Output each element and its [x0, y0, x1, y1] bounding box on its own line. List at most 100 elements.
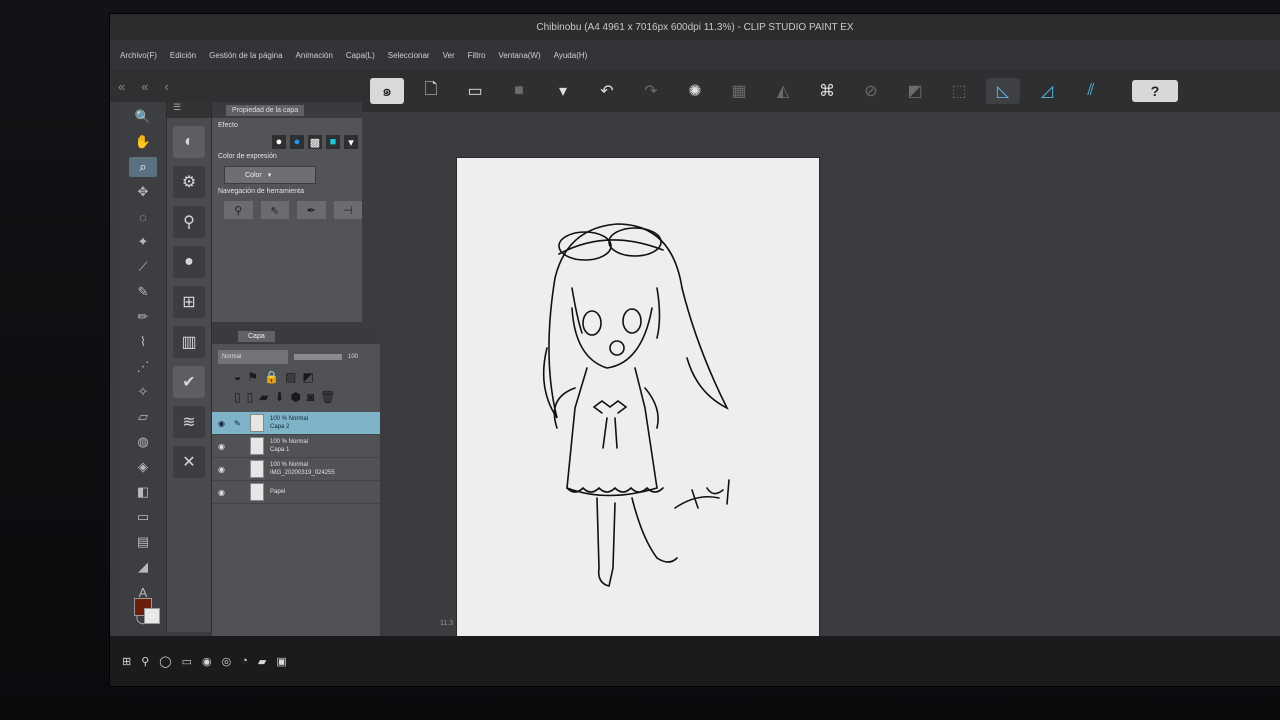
collapse-left-icon[interactable]: «: [118, 79, 125, 94]
close-panel-icon[interactable]: ✕: [173, 446, 205, 478]
fill-bucket-icon[interactable]: ◈: [129, 457, 157, 477]
eye-icon[interactable]: ◉: [218, 488, 228, 497]
app-icon[interactable]: ◎: [222, 655, 232, 668]
layer-row[interactable]: ◉ 100 % Normal IMG_20200319_024255: [212, 458, 380, 481]
layer-row[interactable]: ◉ 100 % Normal Capa 1: [212, 435, 380, 458]
open-folder-icon[interactable]: ▭: [458, 78, 492, 104]
eraser-icon[interactable]: ▱: [129, 407, 157, 427]
collapse-left-icon[interactable]: «: [141, 79, 148, 94]
eye-icon[interactable]: ◉: [218, 465, 228, 474]
tool-settings-icon[interactable]: ⚙: [173, 166, 205, 198]
brush-icon[interactable]: ⌇: [129, 332, 157, 352]
drawing-canvas[interactable]: [457, 158, 819, 648]
arrow-left-icon[interactable]: ‹: [164, 79, 168, 94]
menu-view[interactable]: Ver: [443, 51, 455, 60]
material-icon[interactable]: ●: [173, 246, 205, 278]
layer-color-icon[interactable]: ■: [326, 135, 340, 149]
menu-help[interactable]: Ayuda(H): [554, 51, 588, 60]
pen-tool-nav-icon[interactable]: ✒: [297, 201, 326, 219]
chrome-icon[interactable]: ◉: [202, 655, 212, 668]
gradient-icon[interactable]: ◧: [129, 482, 157, 502]
new-vector-layer-icon[interactable]: ▯: [247, 390, 254, 404]
blend-mode-select[interactable]: Normal: [218, 350, 288, 364]
hand-icon[interactable]: ✋: [129, 132, 157, 152]
redo-icon[interactable]: ↷: [634, 78, 668, 104]
airbrush-icon[interactable]: ⋰: [129, 357, 157, 377]
zoom-readout[interactable]: 11.3: [440, 620, 453, 627]
menu-animation[interactable]: Animación: [296, 51, 333, 60]
layer-row[interactable]: ◉ Papel: [212, 481, 380, 504]
show-selection-icon[interactable]: ⬚: [942, 78, 976, 104]
fill-icon[interactable]: ◭: [766, 78, 800, 104]
ruler-icon[interactable]: ◢: [129, 557, 157, 577]
lasso-icon[interactable]: ◌: [129, 207, 157, 227]
clear-icon[interactable]: ▦: [722, 78, 756, 104]
stack-icon[interactable]: ▥: [173, 326, 205, 358]
menu-file[interactable]: Archivo(F): [120, 51, 157, 60]
delete-layer-icon[interactable]: 🗑: [320, 390, 335, 404]
expression-color-select[interactable]: Color ▾: [224, 166, 316, 184]
ruler-tool-nav-icon[interactable]: ⊣: [333, 201, 362, 219]
pen-ruler-icon[interactable]: ◺: [986, 78, 1020, 104]
layer-search-icon[interactable]: ⚲: [173, 206, 205, 238]
lock-transparency-icon[interactable]: ▨: [285, 370, 296, 384]
menu-page-management[interactable]: Gestión de la página: [209, 51, 282, 60]
clip-studio-icon[interactable]: ๑: [370, 78, 404, 104]
reference-layer-icon[interactable]: ⚑: [247, 370, 258, 384]
auto-select-icon[interactable]: ✦: [129, 232, 157, 252]
explorer-icon[interactable]: ▭: [182, 655, 192, 668]
whatsapp-icon[interactable]: ◔: [241, 655, 248, 667]
zoom-icon[interactable]: 🔍: [129, 107, 157, 127]
opacity-value[interactable]: 100: [348, 354, 358, 360]
invert-selection-icon[interactable]: ◩: [898, 78, 932, 104]
menu-filter[interactable]: Filtro: [468, 51, 486, 60]
task-view-icon[interactable]: ◯: [159, 655, 171, 668]
new-file-icon[interactable]: 🗋: [414, 78, 448, 104]
save-icon[interactable]: ■: [502, 78, 536, 104]
new-raster-layer-icon[interactable]: ▯: [234, 390, 241, 404]
eyedropper-icon[interactable]: ⟋: [129, 257, 157, 277]
pencil-icon[interactable]: ✏: [129, 307, 157, 327]
border-effect-icon[interactable]: ●: [272, 135, 286, 149]
search-icon[interactable]: ⚲: [141, 655, 149, 668]
figure-icon[interactable]: ▭: [129, 507, 157, 527]
menu-select[interactable]: Seleccionar: [388, 51, 430, 60]
stabilizer-icon[interactable]: ◿: [1030, 78, 1064, 104]
blend-icon[interactable]: ◍: [129, 432, 157, 452]
undo-icon[interactable]: ↶: [590, 78, 624, 104]
menu-layer[interactable]: Capa(L): [346, 51, 375, 60]
frame-icon[interactable]: ▤: [129, 532, 157, 552]
clip-layer-icon[interactable]: ◒: [234, 370, 241, 384]
dropdown-icon[interactable]: ▾: [546, 78, 580, 104]
merge-icon[interactable]: ⬢: [291, 390, 301, 404]
new-folder-icon[interactable]: ▰: [259, 390, 268, 404]
folder-icon[interactable]: ▰: [258, 655, 266, 668]
effects-dropdown-icon[interactable]: ▾: [344, 135, 358, 149]
menu-icon[interactable]: ☰: [167, 102, 211, 118]
menu-window[interactable]: Ventana(W): [498, 51, 540, 60]
transform-icon[interactable]: ⌘: [810, 78, 844, 104]
tab-layer-property[interactable]: Propiedad de la capa: [226, 104, 305, 116]
object-tool-nav-icon[interactable]: ⇖: [260, 201, 289, 219]
transfer-down-icon[interactable]: ⬇: [274, 390, 284, 404]
selection-icon[interactable]: ⌕: [129, 157, 157, 177]
layer-property-icon[interactable]: ✔: [173, 366, 205, 398]
eye-icon[interactable]: ◉: [218, 419, 228, 428]
opacity-slider[interactable]: [294, 354, 342, 360]
layers-icon[interactable]: ≋: [173, 406, 205, 438]
sub-color-swatch[interactable]: [144, 608, 160, 624]
menu-edit[interactable]: Edición: [170, 51, 196, 60]
selection-tool-nav-icon[interactable]: ⚲: [224, 201, 253, 219]
watercolor-icon[interactable]: ●: [290, 135, 304, 149]
layer-row[interactable]: ◉ ✎ 100 % Normal Capa 2: [212, 412, 380, 435]
decoration-icon[interactable]: ✧: [129, 382, 157, 402]
help-button[interactable]: ?: [1132, 80, 1178, 102]
tab-layer[interactable]: Capa: [238, 330, 275, 342]
move-icon[interactable]: ✥: [129, 182, 157, 202]
magnifier-icon[interactable]: ◐: [173, 126, 205, 158]
lock-icon[interactable]: 🔒: [264, 370, 279, 384]
eye-icon[interactable]: ◉: [218, 442, 228, 451]
tone-icon[interactable]: ▩: [308, 135, 322, 149]
pressure-icon[interactable]: ⫽: [1074, 78, 1108, 104]
clip-studio-taskbar-icon[interactable]: ▣: [276, 655, 286, 668]
